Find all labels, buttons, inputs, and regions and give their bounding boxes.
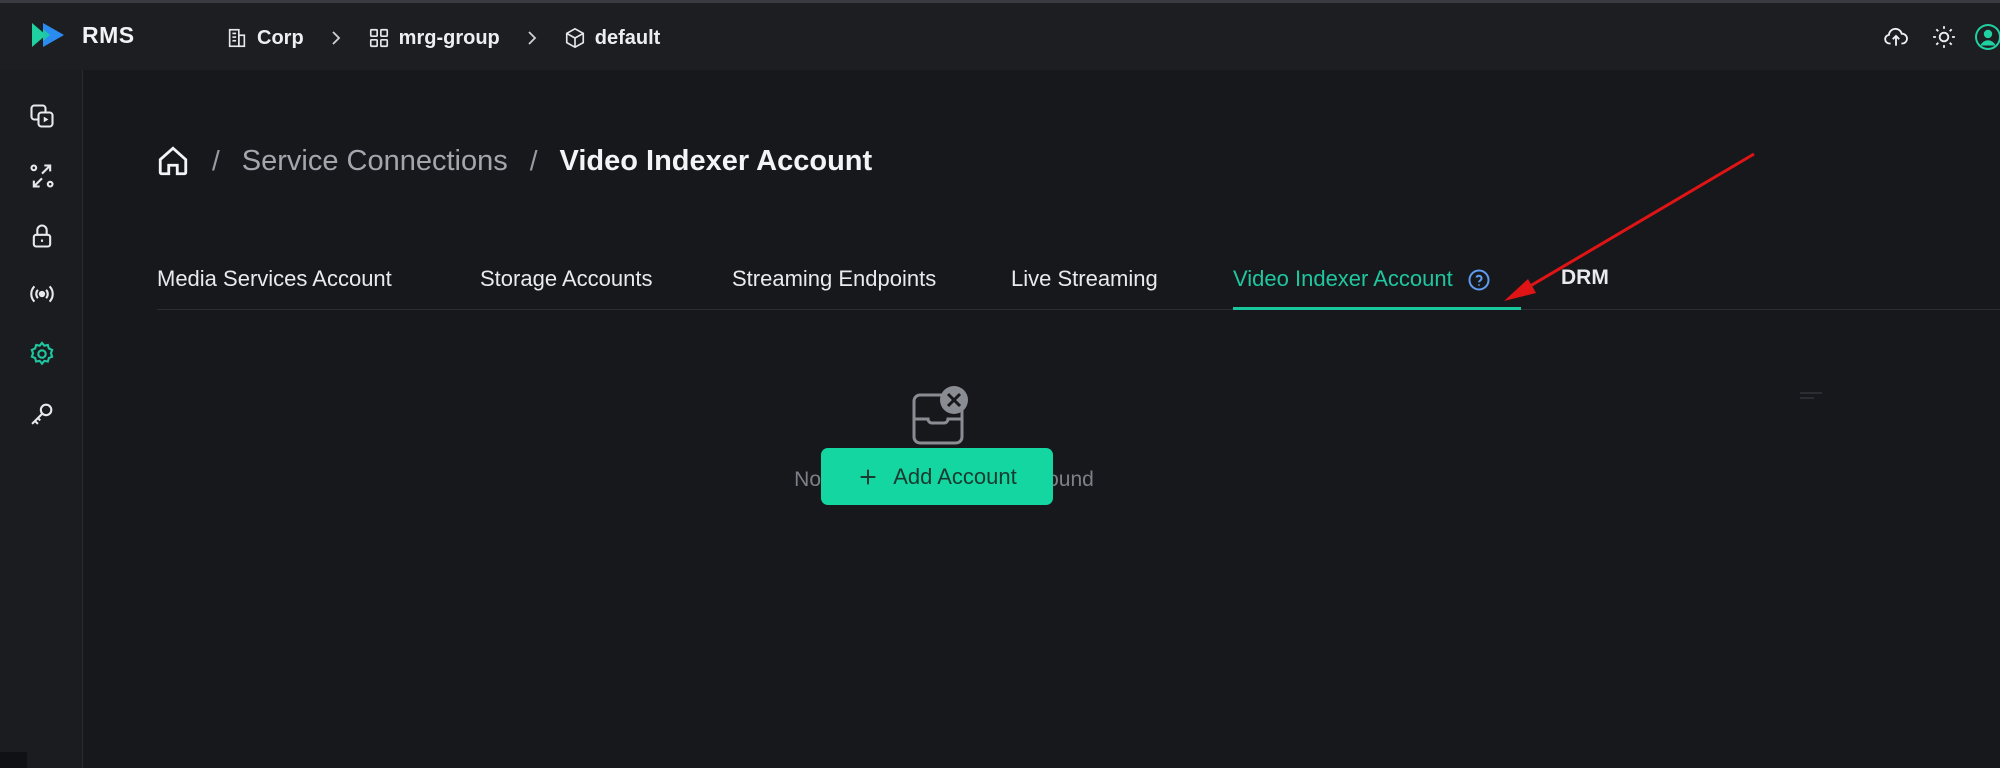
- faint-mark: [1800, 392, 1822, 399]
- app-window: RMS Corp mrg-group default / Service Con…: [0, 0, 2000, 768]
- user-avatar-icon: [1975, 24, 2000, 50]
- tab-bar: Media Services Account Storage Accounts …: [157, 260, 2000, 310]
- breadcrumb-separator: /: [212, 145, 220, 176]
- grid-icon: [369, 28, 388, 48]
- home-icon[interactable]: [156, 144, 190, 178]
- sidebar-item-security[interactable]: [26, 220, 58, 252]
- connections-icon: [30, 164, 54, 188]
- building-icon: [228, 28, 246, 48]
- tab-streaming-endpoints[interactable]: Streaming Endpoints: [732, 260, 936, 310]
- app-name: RMS: [82, 21, 135, 48]
- tab-label: Media Services Account: [157, 266, 392, 291]
- broadcast-icon: [30, 285, 54, 303]
- tab-label: DRM: [1561, 266, 1609, 289]
- crumb-label: mrg-group: [398, 26, 500, 49]
- breadcrumb-separator: /: [529, 145, 538, 176]
- empty-inbox-icon: [912, 386, 968, 445]
- top-actions: [1862, 23, 2000, 51]
- theme-toggle-button[interactable]: [1930, 23, 1958, 51]
- top-bar: RMS Corp mrg-group default: [0, 0, 2000, 70]
- brand[interactable]: RMS: [30, 20, 135, 50]
- gear-icon: [30, 341, 54, 366]
- tab-label: Live Streaming: [1011, 266, 1158, 291]
- tab-video-indexer-account[interactable]: Video Indexer Account: [1233, 260, 1521, 310]
- sidebar-item-keys[interactable]: [26, 398, 58, 430]
- crumb-label: Corp: [257, 26, 304, 49]
- rms-logo-icon: [32, 23, 64, 47]
- tab-label: Video Indexer Account: [1233, 266, 1453, 291]
- bottom-strip: [0, 752, 27, 768]
- key-icon: [31, 403, 53, 425]
- cloud-upload-icon: [1884, 27, 1908, 46]
- lock-icon: [32, 224, 52, 248]
- media-icon: [30, 104, 54, 128]
- tab-live-streaming[interactable]: Live Streaming: [1011, 260, 1158, 310]
- sidebar-item-media[interactable]: [26, 100, 58, 132]
- sidebar-item-live[interactable]: [26, 278, 58, 310]
- chevron-right-icon: [528, 31, 537, 45]
- crumb-label: default: [594, 26, 661, 49]
- page-breadcrumb: / Service Connections / Video Indexer Ac…: [156, 141, 872, 181]
- tab-drm[interactable]: DRM: [1561, 260, 1609, 310]
- tab-storage-accounts[interactable]: Storage Accounts: [480, 260, 652, 310]
- sidebar: [0, 70, 83, 768]
- add-account-button[interactable]: Add Account: [821, 448, 1053, 505]
- cube-icon: [565, 27, 584, 49]
- tab-media-services-account[interactable]: Media Services Account: [157, 260, 392, 310]
- user-avatar-button[interactable]: [1974, 23, 2000, 51]
- crumb-default[interactable]: default: [564, 26, 661, 50]
- tab-label: Storage Accounts: [480, 266, 653, 291]
- crumb-corp[interactable]: Corp: [226, 27, 304, 50]
- plus-icon: [860, 469, 876, 484]
- context-breadcrumb: Corp mrg-group default: [226, 23, 660, 53]
- help-circle-icon[interactable]: [1467, 268, 1491, 292]
- main-content: / Service Connections / Video Indexer Ac…: [84, 70, 2000, 768]
- sun-icon: [1933, 26, 1955, 48]
- crumb-mrg-group[interactable]: mrg-group: [368, 27, 500, 50]
- add-account-label: Add Account: [893, 463, 1017, 489]
- sidebar-item-settings[interactable]: [26, 338, 58, 370]
- sidebar-item-connections[interactable]: [26, 160, 58, 192]
- chevron-right-icon: [332, 31, 340, 45]
- tab-label: Streaming Endpoints: [732, 266, 937, 291]
- page-title: Video Indexer Account: [559, 144, 873, 177]
- breadcrumb-service-connections[interactable]: Service Connections: [242, 145, 508, 178]
- upload-button[interactable]: [1882, 23, 1910, 51]
